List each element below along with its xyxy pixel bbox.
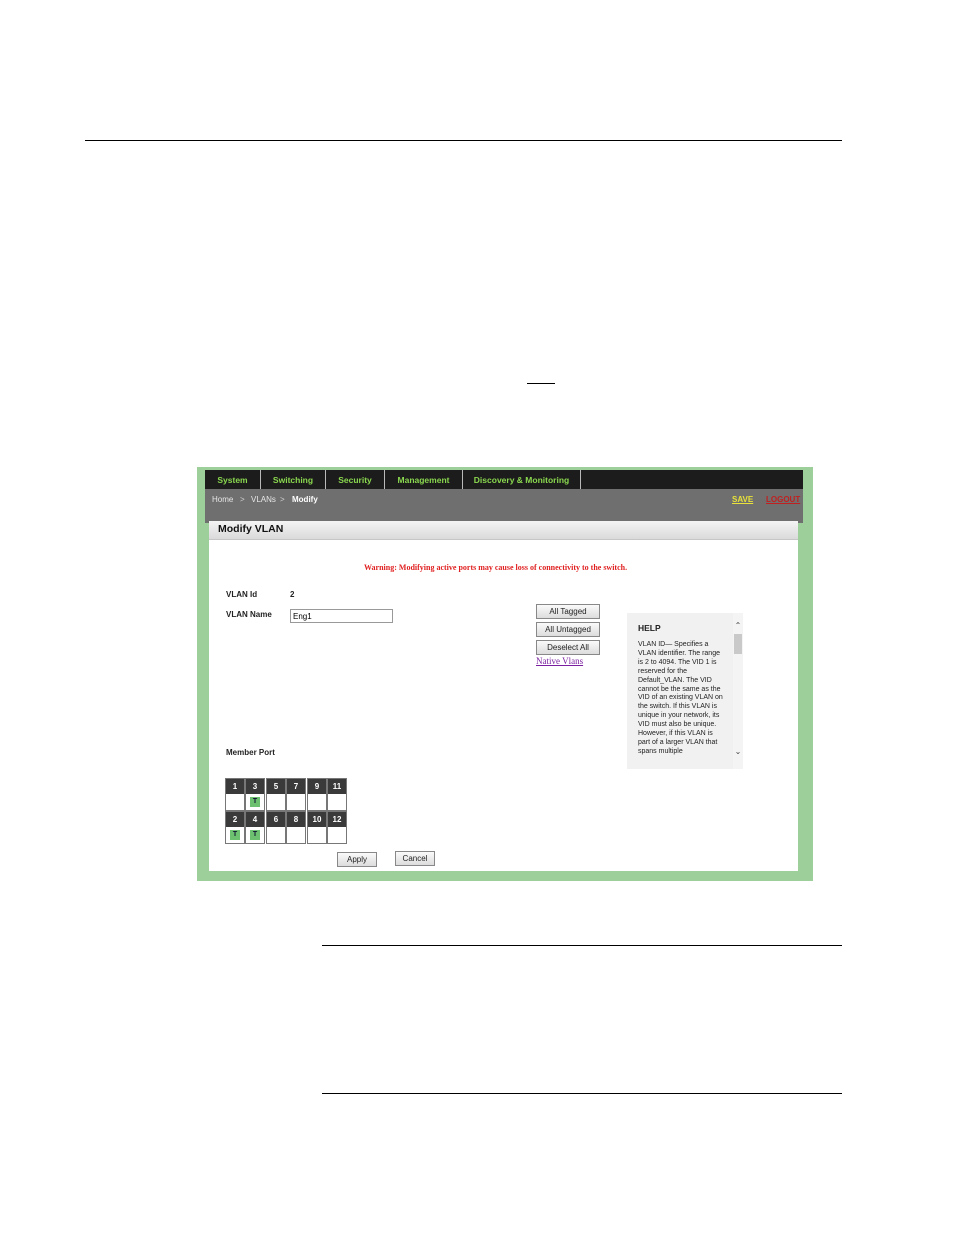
top-rule	[85, 140, 842, 141]
section-rule	[322, 1093, 842, 1094]
panel-title: Modify VLAN	[218, 523, 284, 535]
tagged-badge: T	[230, 830, 240, 840]
port-cell[interactable]: 7	[286, 778, 306, 811]
port-cell[interactable]: 4T	[245, 811, 265, 844]
help-title: HELP	[638, 623, 661, 633]
port-number: 7	[287, 779, 305, 794]
section-rule	[322, 945, 842, 946]
port-cell[interactable]: 3T	[245, 778, 265, 811]
port-cell[interactable]: 11	[327, 778, 347, 811]
port-number: 6	[267, 812, 285, 827]
member-port-label: Member Port	[226, 748, 275, 757]
port-number: 4	[246, 812, 264, 827]
port-cell[interactable]: 1	[225, 778, 245, 811]
port-number: 1	[226, 779, 244, 794]
port-cell[interactable]: 9	[307, 778, 327, 811]
nav-system[interactable]: System	[205, 470, 261, 489]
warning-message: Warning: Modifying active ports may caus…	[364, 563, 628, 572]
port-cell[interactable]: 6	[266, 811, 286, 844]
chevron-up-icon[interactable]: ⌃	[733, 621, 743, 631]
vlan-name-input[interactable]	[290, 609, 393, 623]
nav-security[interactable]: Security	[326, 470, 385, 489]
breadcrumb-separator: >	[280, 495, 285, 504]
tagged-badge: T	[250, 797, 260, 807]
deselect-all-button[interactable]: Deselect All	[536, 640, 600, 655]
port-number: 3	[246, 779, 264, 794]
breadcrumb-separator: >	[240, 495, 245, 504]
logout-link[interactable]: LOGOUT	[766, 495, 800, 504]
port-cell[interactable]: 12	[327, 811, 347, 844]
top-nav: System Switching Security Management Dis…	[205, 470, 803, 489]
help-panel: HELP VLAN ID— Specifies a VLAN identifie…	[627, 613, 743, 769]
help-scrollbar[interactable]: ⌃ ⌄	[733, 613, 743, 769]
port-number: 8	[287, 812, 305, 827]
chevron-down-icon[interactable]: ⌄	[733, 747, 743, 757]
breadcrumb-bar: Home > VLANs > Modify SAVE LOGOUT	[205, 489, 803, 523]
all-tagged-button[interactable]: All Tagged	[536, 604, 600, 619]
port-number: 9	[308, 779, 326, 794]
modify-vlan-panel: Modify VLAN Warning: Modifying active po…	[209, 521, 798, 871]
all-untagged-button[interactable]: All Untagged	[536, 622, 600, 637]
port-cell[interactable]: 10	[307, 811, 327, 844]
nav-discovery-monitoring[interactable]: Discovery & Monitoring	[463, 470, 581, 489]
vlan-name-label: VLAN Name	[226, 610, 272, 619]
scrollbar-thumb[interactable]	[734, 634, 742, 654]
breadcrumb-vlans[interactable]: VLANs	[251, 495, 276, 504]
cancel-button[interactable]: Cancel	[395, 851, 435, 866]
nav-switching[interactable]: Switching	[261, 470, 326, 489]
breadcrumb-current: Modify	[292, 495, 318, 504]
vlan-id-label: VLAN Id	[226, 590, 258, 599]
apply-button[interactable]: Apply	[337, 852, 377, 867]
port-number: 12	[328, 812, 346, 827]
panel-header: Modify VLAN	[209, 521, 798, 540]
port-number: 2	[226, 812, 244, 827]
breadcrumb-home[interactable]: Home	[212, 495, 233, 504]
save-link[interactable]: SAVE	[732, 495, 753, 504]
native-vlans-link[interactable]: Native Vlans	[536, 656, 583, 666]
short-underline	[527, 383, 555, 384]
help-text: VLAN ID— Specifies a VLAN identifier. Th…	[638, 641, 723, 755]
tagged-badge: T	[250, 830, 260, 840]
nav-management[interactable]: Management	[385, 470, 463, 489]
port-number: 11	[328, 779, 346, 794]
port-cell[interactable]: 2T	[225, 811, 245, 844]
vlan-id-value: 2	[290, 590, 295, 599]
port-number: 5	[267, 779, 285, 794]
port-cell[interactable]: 5	[266, 778, 286, 811]
port-number: 10	[308, 812, 326, 827]
port-cell[interactable]: 8	[286, 811, 306, 844]
